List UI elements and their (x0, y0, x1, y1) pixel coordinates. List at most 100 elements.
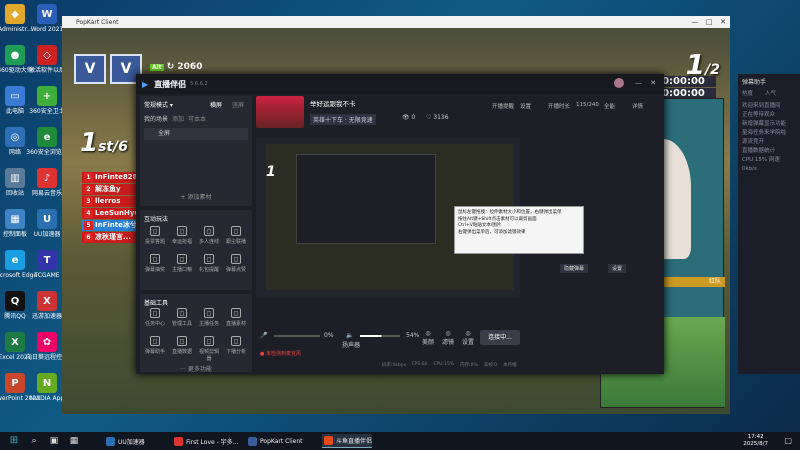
taskbar-app-icon (248, 436, 257, 446)
tool-button[interactable]: ◻ 多人连线 (198, 226, 220, 245)
mic-slider[interactable] (274, 335, 320, 337)
tab-portrait[interactable]: 竖屏 (232, 100, 244, 109)
player-name: 解冻鱼y (95, 185, 121, 193)
tab-landscape[interactable]: 横屏 (210, 100, 222, 109)
chat-line: CPU 15% 网速 0kb/s (742, 157, 780, 172)
status-item: CPU:15% (433, 362, 455, 367)
control-button[interactable]: ◎ 设置 (460, 330, 476, 346)
tool-button[interactable]: ◻ 直播数据 (171, 336, 193, 355)
stream-title[interactable]: 举好运跟我不卡 (310, 98, 356, 108)
tool-icon: ◻ (204, 254, 214, 264)
side-settings-button[interactable]: 设置 (608, 264, 627, 273)
speaker-slider[interactable] (360, 335, 400, 337)
status-item: 码率:0kbps (382, 363, 407, 368)
speaker-icon[interactable]: 🔈 (346, 332, 353, 339)
close-button[interactable]: ✕ (716, 16, 730, 28)
tool-label: 跟尘联播 (225, 239, 246, 245)
header-link[interactable]: 115/240 (576, 102, 599, 108)
tool-button[interactable]: ◻ 管理工具 (171, 308, 193, 327)
app-icon: ♪ (37, 168, 57, 188)
minimize-icon[interactable]: — (635, 79, 642, 87)
tool-button[interactable]: ◻ 弹幕点赞 (225, 254, 247, 273)
tool-button[interactable]: ◻ 投票答题 (144, 226, 166, 245)
tool-icon: ◻ (231, 308, 241, 318)
tool-button[interactable]: ◻ 礼包提醒 (198, 254, 220, 273)
mode-select[interactable]: 常规模式 ▾ (144, 100, 173, 109)
chat-line: 新增弹幕显示功能 (742, 121, 787, 127)
tool-label: 直播素材 (225, 321, 246, 327)
tool-icon: ◻ (150, 226, 160, 236)
app-icon: ✿ (37, 332, 57, 352)
minimize-button[interactable]: — (688, 16, 702, 28)
tool-button[interactable]: ◻ 下播分析 (225, 336, 247, 355)
tool-icon: ◻ (177, 254, 187, 264)
control-button[interactable]: ◎ 滤镜 (440, 330, 456, 346)
hide-danmaku-button[interactable]: 隐藏弹幕 (560, 264, 589, 273)
status-item: 丢帧:0 (483, 363, 498, 368)
chat-line: 正在等待观众 (742, 112, 776, 118)
taskbar-app-label: PopKart Client (260, 437, 303, 445)
tool-button[interactable]: ◻ 弹幕助手 (144, 336, 166, 355)
tool-button[interactable]: ◻ 直播素材 (225, 308, 247, 327)
app-name: 直播伴侣 (154, 79, 187, 89)
scene-tab-alt[interactable]: 可本本 (188, 114, 206, 123)
chat-tab-hot[interactable]: 热度 (742, 90, 753, 99)
mic-icon[interactable]: 🎤 (260, 332, 267, 339)
tool-icon: ◻ (177, 336, 187, 346)
header-link[interactable]: 设置 (520, 102, 531, 110)
taskbar-app-label: UU加速器 (118, 438, 145, 446)
header-link[interactable]: 开播时长 (548, 102, 570, 110)
tool-label: 弹幕抽奖 (144, 267, 165, 273)
player-rank: 4 (84, 209, 93, 218)
widgets-icon[interactable]: ▦ (68, 435, 80, 447)
tool-button[interactable]: ◻ 任务中心 (144, 308, 166, 327)
header-link[interactable]: 全能 (604, 102, 615, 110)
control-button[interactable]: ◎ 美颜 (420, 330, 436, 346)
scene-tab-add[interactable]: 添加 (172, 114, 184, 123)
control-icon: ◎ (425, 330, 431, 337)
app-icon: e (37, 127, 57, 147)
taskbar-app[interactable]: First Love - 宇多... (172, 434, 238, 448)
stream-tag[interactable]: 英雄十下车 · 无限竞速 (310, 114, 376, 125)
tool-icon: ◻ (150, 254, 160, 264)
header-link[interactable]: 开播提醒 (492, 102, 514, 110)
chat-tab-popularity[interactable]: 人气 (765, 90, 776, 99)
clock-time: 17:42 (747, 434, 764, 440)
scene-panel: 常规模式 ▾ 横屏 竖屏 我的场景 添加 可本本 全屏 + 添加素材 (140, 96, 252, 206)
chat-line: 欢迎来到直播间 (742, 103, 781, 109)
control-icon: ◎ (465, 330, 471, 337)
task-view-icon[interactable]: ▣ (48, 435, 60, 447)
taskbar-app[interactable]: PopKart Client (246, 434, 303, 448)
add-source-button[interactable]: + 添加素材 (140, 192, 252, 201)
item-slot-1: V (74, 54, 106, 84)
taskbar-app[interactable]: UU加速器 (104, 434, 145, 448)
avatar[interactable] (614, 78, 624, 88)
tool-icon: ◻ (231, 226, 241, 236)
tool-button[interactable]: ◻ 主播口粮 (171, 254, 193, 273)
tool-button[interactable]: ◻ 视频剪辑器 (198, 336, 220, 362)
stream-info: 举好运跟我不卡 英雄十下车 · 无限竞速 👁 0 ♡ 3136 开播提醒 设置 开播… (256, 96, 660, 134)
tool-button[interactable]: ◻ 跟尘联播 (225, 226, 247, 245)
close-icon[interactable]: ✕ (650, 79, 656, 87)
tool-label: 管理工具 (171, 321, 192, 327)
source-item[interactable]: 全屏 (144, 128, 248, 140)
score-display: Alt ↻ 2060 (150, 62, 202, 72)
tool-icon: ◻ (177, 226, 187, 236)
stream-cover[interactable] (256, 96, 304, 128)
taskbar-app[interactable]: 斗鱼直播伴侣 (322, 434, 373, 448)
tool-button[interactable]: ◻ 幸运抢福 (171, 226, 193, 245)
tool-label: 视频剪辑器 (198, 349, 219, 362)
maximize-button[interactable]: □ (702, 16, 716, 28)
more-features-link[interactable]: ··· 更多功能 (140, 364, 252, 373)
header-link[interactable]: 详情 (632, 102, 643, 110)
start-live-button[interactable]: 连接中... (480, 330, 520, 345)
search-icon[interactable]: ⌕ (28, 435, 40, 447)
windows-start-icon[interactable]: ⊞ (8, 435, 20, 447)
app-icon: T (37, 250, 57, 270)
tool-button[interactable]: ◻ 弹幕抽奖 (144, 254, 166, 273)
tool-icon: ◻ (177, 308, 187, 318)
tool-button[interactable]: ◻ 主播任务 (198, 308, 220, 327)
system-clock[interactable]: 17:42 2025/8/7 (743, 434, 768, 448)
notification-icon[interactable]: ▢ (784, 436, 792, 445)
app-version: 5.6.6.2 (190, 81, 208, 87)
